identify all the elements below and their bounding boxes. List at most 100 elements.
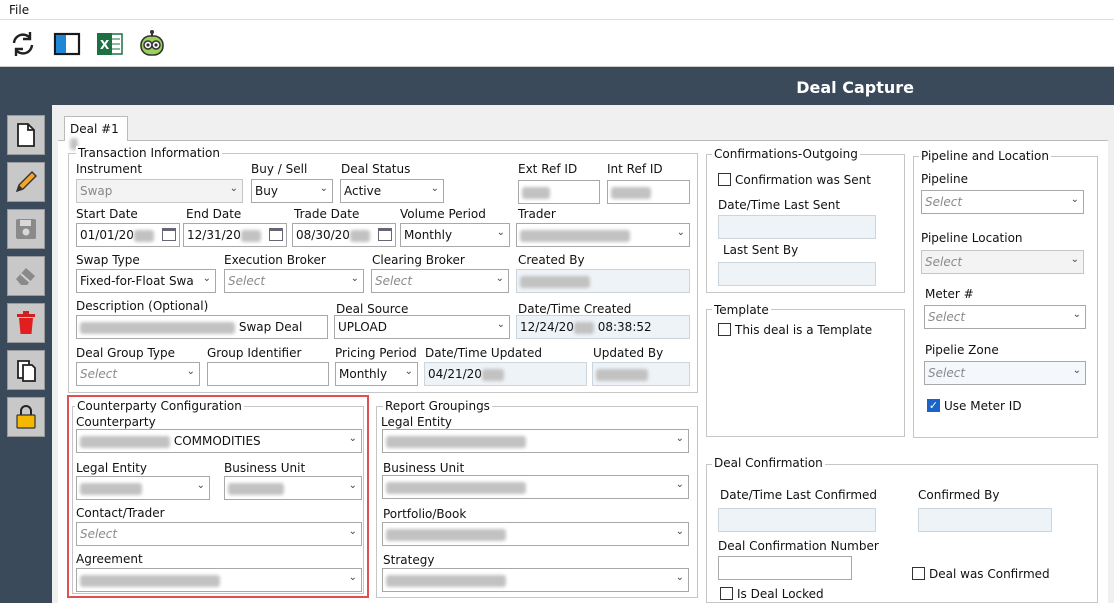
field-value: 12/31/20 <box>187 228 241 242</box>
confirmation-number-input[interactable] <box>718 556 852 580</box>
volperiod-label: Volume Period <box>400 207 486 221</box>
zone-select[interactable]: Select ⌄ <box>924 361 1086 385</box>
execbroker-select[interactable]: Select ⌄ <box>224 269 364 293</box>
delete-button[interactable] <box>7 303 45 343</box>
redacted-text <box>80 321 235 334</box>
transaction-legend: Transaction Information <box>76 146 222 160</box>
lastconfirmed-label: Date/Time Last Confirmed <box>720 488 878 502</box>
execbroker-label: Execution Broker <box>224 253 326 267</box>
buysell-select[interactable]: Buy ⌄ <box>251 179 333 203</box>
extref-input[interactable] <box>518 180 600 204</box>
strategy-label: Strategy <box>383 553 435 567</box>
template-checkbox[interactable] <box>718 323 731 336</box>
strategy-select[interactable]: ⌄ <box>382 568 689 592</box>
deal-locked-checkbox[interactable] <box>720 587 733 600</box>
startdate-input[interactable]: 01/01/20 <box>76 223 180 247</box>
tab-deal[interactable]: Deal #1 <box>64 116 128 150</box>
tradedate-input[interactable]: 08/30/20 <box>292 223 396 247</box>
save-button[interactable] <box>7 209 45 249</box>
new-document-button[interactable] <box>7 115 45 155</box>
field-value: Buy <box>255 184 278 198</box>
calendar-icon[interactable] <box>378 228 392 241</box>
copy-icon <box>17 360 36 382</box>
field-value: 08:38:52 <box>597 320 652 334</box>
field-value: Select <box>928 310 966 324</box>
confirmation-sent-checkbox[interactable] <box>718 173 731 186</box>
excel-icon[interactable]: X <box>95 29 125 59</box>
confirmedby-field <box>918 508 1052 532</box>
intref-input[interactable] <box>607 180 690 204</box>
lock-button[interactable] <box>7 397 45 437</box>
description-input[interactable]: Swap Deal <box>76 315 328 339</box>
redacted-text <box>133 229 154 242</box>
redacted-text <box>386 481 526 494</box>
field-value: Select <box>80 367 118 381</box>
rg-legalentity-label: Legal Entity <box>381 415 453 429</box>
dealstatus-label: Deal Status <box>341 162 411 176</box>
created-label: Date/Time Created <box>518 302 632 316</box>
refresh-icon[interactable] <box>8 29 38 59</box>
copy-button[interactable] <box>7 350 45 390</box>
template-label: This deal is a Template <box>735 323 873 337</box>
chevron-down-icon: ⌄ <box>675 526 684 537</box>
menu-bar: File <box>0 0 1114 20</box>
redacted-text <box>349 229 370 242</box>
edit-button[interactable] <box>7 162 45 202</box>
delete-trash-icon <box>17 311 35 334</box>
panel-icon[interactable] <box>52 29 82 59</box>
buysell-label: Buy / Sell <box>251 162 308 176</box>
template-legend: Template <box>712 303 771 317</box>
redacted-text <box>386 528 506 541</box>
volperiod-select[interactable]: Monthly ⌄ <box>400 223 510 247</box>
left-action-bar <box>0 105 52 603</box>
intref-label: Int Ref ID <box>607 162 663 176</box>
calendar-icon[interactable] <box>269 228 283 241</box>
deal-confirmed-checkbox[interactable] <box>912 567 925 580</box>
chevron-down-icon: ⌄ <box>1070 254 1079 265</box>
lastsentby-label: Last Sent By <box>723 243 799 257</box>
portfolio-select[interactable]: ⌄ <box>382 522 689 546</box>
report-legend: Report Groupings <box>383 399 492 413</box>
field-value: Monthly <box>404 228 453 242</box>
rg-businessunit-select[interactable]: ⌄ <box>382 475 689 499</box>
clear-button[interactable] <box>7 256 45 296</box>
grouptype-select[interactable]: Select ⌄ <box>76 362 200 386</box>
pricingperiod-select[interactable]: Monthly ⌄ <box>335 362 418 386</box>
lock-icon <box>16 405 36 429</box>
field-value: 01/01/20 <box>80 228 134 242</box>
rg-legalentity-select[interactable]: ⌄ <box>382 429 689 453</box>
pipeline-label: Pipeline <box>921 172 968 186</box>
instrument-select[interactable]: Swap ⌄ <box>76 179 243 203</box>
redacted-text <box>596 368 648 381</box>
field-value: Select <box>375 274 413 288</box>
field-value: 12/24/20 <box>520 320 574 334</box>
field-value: 04/21/20 <box>428 367 482 381</box>
groupid-label: Group Identifier <box>207 346 302 360</box>
robot-icon[interactable] <box>137 29 167 59</box>
trader-select[interactable]: ⌄ <box>516 223 690 247</box>
redacted-text <box>481 368 504 381</box>
swaptype-select[interactable]: Fixed-for-Float Swa ⌄ <box>76 269 216 293</box>
enddate-label: End Date <box>186 207 242 221</box>
lastconfirmed-field <box>718 508 876 532</box>
pipeline-select[interactable]: Select ⌄ <box>921 190 1084 214</box>
dealsource-select[interactable]: UPLOAD ⌄ <box>334 315 510 339</box>
chevron-down-icon: ⌄ <box>229 183 238 194</box>
swaptype-label: Swap Type <box>76 253 140 267</box>
chevron-down-icon: ⌄ <box>319 183 328 194</box>
clearbroker-select[interactable]: Select ⌄ <box>371 269 509 293</box>
enddate-input[interactable]: 12/31/20 <box>183 223 287 247</box>
extref-label: Ext Ref ID <box>518 162 578 176</box>
dealstatus-select[interactable]: Active ⌄ <box>340 179 444 203</box>
page-title: Deal Capture <box>796 78 914 97</box>
field-value: Select <box>928 366 966 380</box>
groupid-input[interactable] <box>207 362 329 386</box>
chevron-down-icon: ⌄ <box>404 366 413 377</box>
calendar-icon[interactable] <box>162 228 176 241</box>
meter-select[interactable]: Select ⌄ <box>924 305 1086 329</box>
use-meter-id-checkbox[interactable]: ✓ <box>927 399 940 412</box>
menu-file[interactable]: File <box>9 3 29 17</box>
chevron-down-icon: ⌄ <box>1072 365 1081 376</box>
field-value: Select <box>925 195 963 209</box>
location-select[interactable]: Select ⌄ <box>921 250 1084 274</box>
